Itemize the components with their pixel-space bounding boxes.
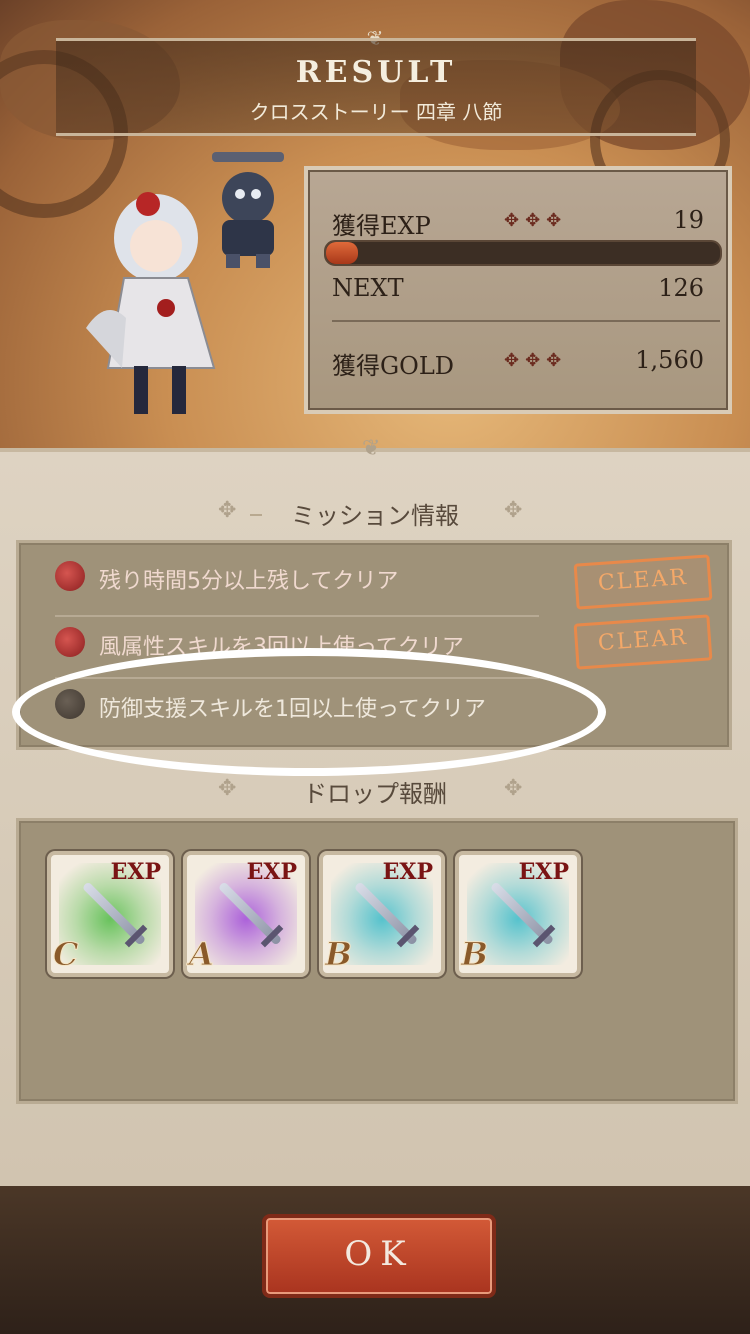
highlight-ellipse — [12, 648, 606, 776]
mission-text: 残り時間5分以上残してクリア — [99, 569, 399, 594]
ok-button[interactable]: OK — [262, 1214, 496, 1298]
gold-dots-icon: ✥✥✥ — [504, 350, 568, 371]
battle-scene-background: ❦ RESULT クロスストーリー 四章 八節 獲得EXP ✥✥✥ 19 NEX… — [0, 0, 750, 450]
panel-ornament-icon: ❦ — [362, 436, 381, 461]
drop-item[interactable]: EXP C — [47, 851, 173, 977]
rank-label: B — [460, 935, 489, 974]
result-header: RESULT クロスストーリー 四章 八節 — [56, 38, 696, 136]
mission-section-title: ミッション情報 — [291, 502, 459, 530]
exp-dots-icon: ✥✥✥ — [504, 210, 568, 231]
stats-divider — [332, 320, 720, 322]
drop-item[interactable]: EXP B — [455, 851, 581, 977]
clear-stamp: CLEAR — [573, 614, 713, 670]
rank-label: C — [52, 935, 79, 974]
next-value: 126 — [658, 274, 704, 302]
gold-label: 獲得GOLD — [332, 352, 455, 380]
rank-label: B — [324, 935, 353, 974]
drop-reward-grid: EXP C EXP A EXP B EXP B — [16, 818, 738, 1104]
exp-label: 獲得EXP — [332, 212, 431, 240]
drop-section-title: ドロップ報酬 — [303, 780, 447, 808]
companion-sprite — [212, 152, 284, 268]
exp-value: 19 — [673, 206, 704, 234]
rose-icon — [55, 627, 85, 657]
exp-tag: EXP — [246, 859, 297, 885]
exp-tag: EXP — [110, 859, 161, 885]
drop-item[interactable]: EXP A — [183, 851, 309, 977]
gold-value: 1,560 — [635, 346, 704, 374]
clear-stamp: CLEAR — [573, 554, 713, 610]
stage-name: クロスストーリー 四章 八節 — [249, 100, 503, 124]
next-label: NEXT — [332, 274, 404, 302]
rose-icon — [55, 561, 85, 591]
exp-tag: EXP — [382, 859, 433, 885]
reward-stats-panel: 獲得EXP ✥✥✥ 19 NEXT 126 獲得GOLD ✥✥✥ 1,560 — [304, 166, 732, 414]
rank-label: A — [189, 935, 215, 974]
exp-tag: EXP — [518, 859, 569, 885]
page-title: RESULT — [295, 55, 457, 90]
exp-progress-bar — [324, 240, 722, 266]
exp-progress-fill — [326, 242, 358, 264]
drop-item[interactable]: EXP B — [319, 851, 445, 977]
